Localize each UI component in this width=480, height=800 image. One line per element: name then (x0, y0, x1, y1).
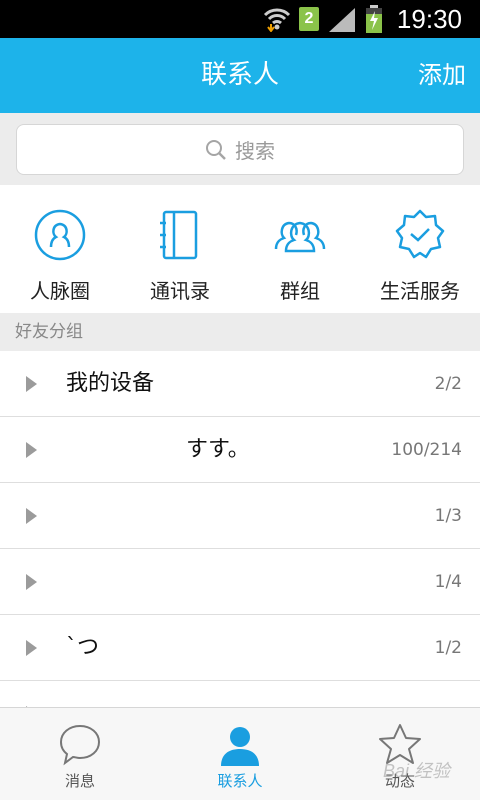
nav-tab-messages[interactable]: 消息 (0, 708, 160, 800)
quick-entry-groups[interactable]: 群组 (240, 185, 360, 313)
app-header: 联系人 添加 (0, 38, 480, 113)
quick-entry-grid: 人脉圈 通讯录 群组 生活服务 (0, 185, 480, 313)
group-count: 100/214 (391, 440, 462, 460)
address-book-icon (160, 210, 198, 260)
bottom-nav: 消息 联系人 动态 (0, 707, 480, 800)
expand-arrow-icon[interactable] (26, 442, 37, 458)
expand-arrow-icon[interactable] (26, 376, 37, 392)
quick-entry-label: 群组 (280, 279, 320, 303)
status-time: 19:30 (396, 3, 462, 34)
nav-tab-feed[interactable]: 动态 (320, 708, 480, 800)
group-row[interactable]: すす。 100/214 (0, 417, 480, 483)
group-row[interactable]: 1/3 (0, 483, 480, 549)
quick-entry-label: 通讯录 (150, 279, 210, 303)
service-badge-icon (395, 209, 445, 259)
group-name: すす。 (186, 437, 250, 462)
wifi-icon (263, 8, 290, 32)
search-placeholder: 搜索 (235, 139, 275, 163)
friend-group-list: 我的设备 2/2 すす。 100/214 1/3 1/4 `つ 1/2 (0, 351, 480, 707)
signal-icon (328, 8, 355, 32)
quick-entry-label: 人脉圈 (30, 279, 90, 303)
page-title: 联系人 (200, 60, 279, 90)
profile-circle-icon (34, 209, 86, 261)
group-name: 我的设备 (66, 371, 155, 396)
contact-person-icon (221, 727, 259, 766)
battery-charging-icon (365, 5, 382, 33)
watermark: Bai 经验 (382, 761, 450, 781)
chat-bubble-icon (59, 724, 101, 766)
group-count: 1/3 (434, 506, 462, 526)
nav-label: 消息 (64, 772, 95, 790)
quick-entry-life-services[interactable]: 生活服务 (360, 185, 480, 313)
status-icons: 2 19:30 (263, 0, 462, 38)
status-bar: 2 19:30 (0, 0, 480, 38)
search-area: 搜索 (0, 113, 480, 185)
group-count: 1/4 (434, 572, 462, 592)
group-row[interactable]: 1/4 (0, 549, 480, 615)
group-count: 2/2 (434, 374, 462, 394)
group-row[interactable] (0, 681, 480, 707)
group-name: `つ (66, 635, 100, 660)
add-button[interactable]: 添加 (418, 38, 466, 113)
group-row[interactable]: 我的设备 2/2 (0, 351, 480, 417)
section-header: 好友分组 (0, 313, 480, 351)
nav-tab-contacts[interactable]: 联系人 (160, 708, 320, 800)
search-input[interactable]: 搜索 (16, 124, 464, 175)
expand-arrow-icon[interactable] (26, 508, 37, 524)
quick-entry-address-book[interactable]: 通讯录 (120, 185, 240, 313)
search-icon (206, 139, 226, 160)
quick-entry-network[interactable]: 人脉圈 (0, 185, 120, 313)
quick-entry-label: 生活服务 (380, 279, 460, 303)
expand-arrow-icon[interactable] (26, 574, 37, 590)
group-people-icon (274, 221, 326, 253)
group-row[interactable]: `つ 1/2 (0, 615, 480, 681)
group-count: 1/2 (434, 638, 462, 658)
expand-arrow-icon[interactable] (26, 640, 37, 656)
sim-badge: 2 (298, 7, 319, 31)
nav-label: 联系人 (217, 772, 263, 790)
